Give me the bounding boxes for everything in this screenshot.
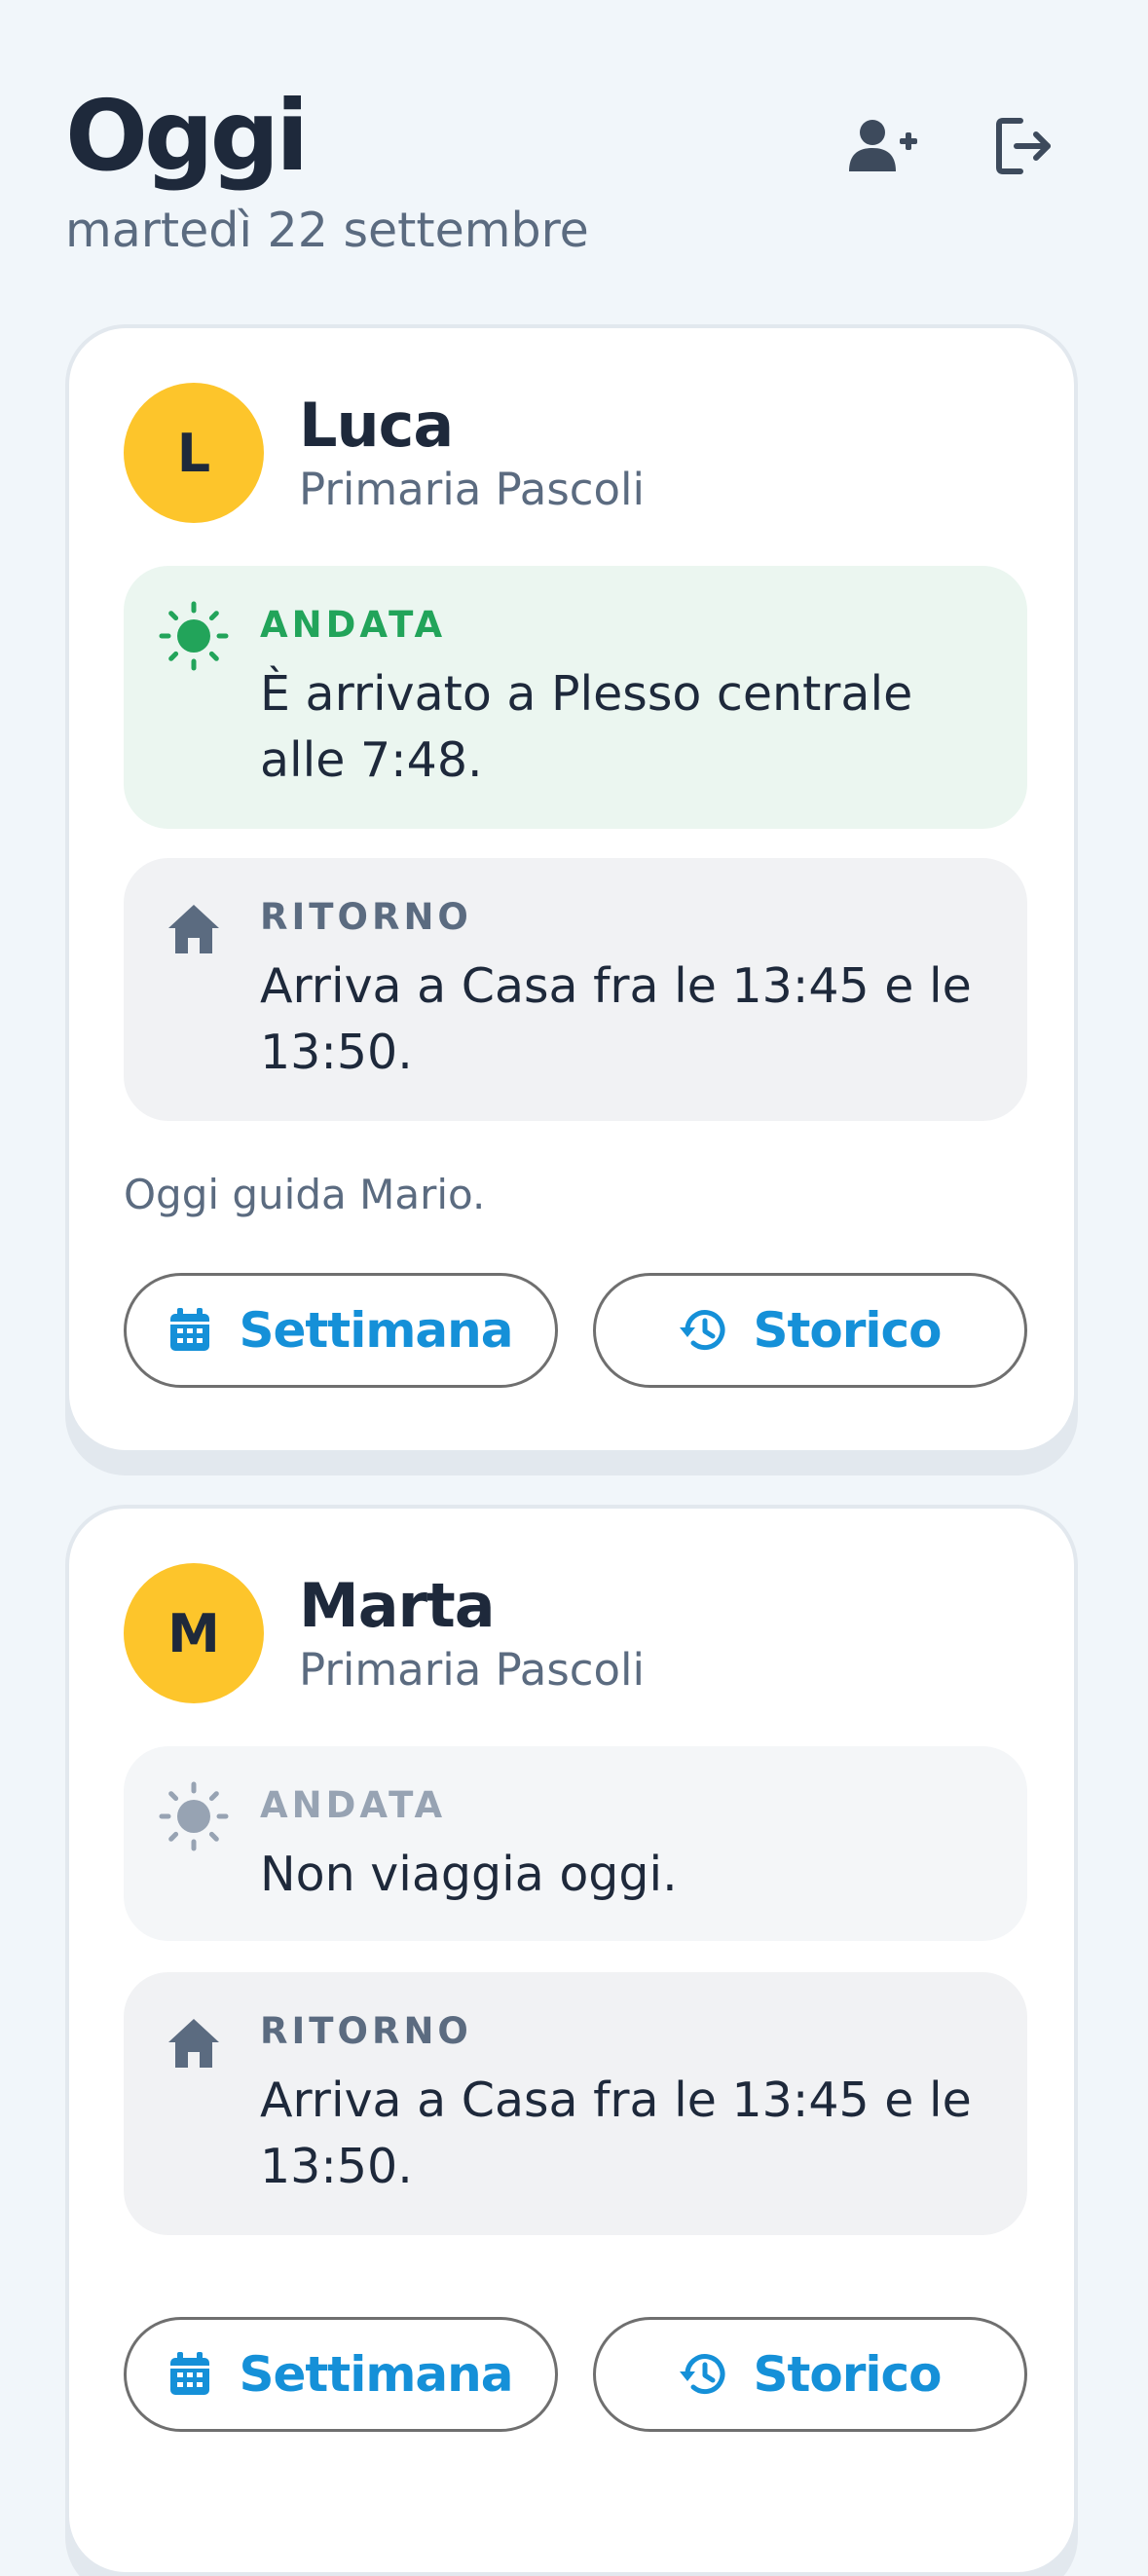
andata-label: ANDATA [260,603,446,648]
history-icon [679,1308,725,1353]
history-button[interactable]: Storico [593,2317,1027,2432]
child-school: Primaria Pascoli [299,461,645,519]
history-button-label: Storico [753,1302,941,1359]
logout-icon [995,117,1054,175]
avatar: L [124,383,264,523]
history-button-label: Storico [753,2346,941,2403]
week-button[interactable]: Settimana [124,2317,558,2432]
andata-status: ANDATA Non viaggia oggi. [124,1746,1027,1941]
add-child-button[interactable] [834,97,932,195]
ritorno-text: Arriva a Casa fra le 13:45 e le 13:50. [260,2068,1000,2200]
ritorno-label: RITORNO [260,2009,472,2054]
ritorno-label: RITORNO [260,895,472,940]
ritorno-text: Arriva a Casa fra le 13:45 e le 13:50. [260,953,1000,1086]
history-button[interactable]: Storico [593,1273,1027,1388]
child-name: Marta [299,1569,495,1643]
andata-label: ANDATA [260,1783,446,1828]
week-button[interactable]: Settimana [124,1273,558,1388]
sun-icon [159,601,229,671]
page-date: martedì 22 settembre [65,197,589,265]
logout-button[interactable] [976,97,1073,195]
calendar-icon [168,2352,211,2397]
andata-status: ANDATA È arrivato a Plesso centrale alle… [124,566,1027,829]
andata-text: È arrivato a Plesso centrale alle 7:48. [260,661,1000,794]
ritorno-status: RITORNO Arriva a Casa fra le 13:45 e le … [124,1972,1027,2235]
home-icon [159,893,229,963]
page-header: Oggi martedì 22 settembre [65,78,1083,273]
calendar-icon [168,1308,211,1353]
avatar: M [124,1563,264,1703]
home-icon [159,2007,229,2077]
child-card-marta: M Marta Primaria Pascoli ANDATA Non viag… [65,1505,1078,2576]
child-card-luca: L Luca Primaria Pascoli ANDATA È arrivat… [65,324,1078,1454]
child-name: Luca [299,389,453,463]
user-plus-icon [849,119,917,173]
child-school: Primaria Pascoli [299,1641,645,1699]
week-button-label: Settimana [239,2346,512,2403]
sun-icon [159,1781,229,1851]
ritorno-status: RITORNO Arriva a Casa fra le 13:45 e le … [124,858,1027,1121]
week-button-label: Settimana [239,1302,512,1359]
page-title: Oggi [65,78,305,195]
andata-text: Non viaggia oggi. [260,1842,1000,1908]
driver-note: Oggi guida Mario. [124,1168,485,1222]
history-icon [679,2352,725,2397]
